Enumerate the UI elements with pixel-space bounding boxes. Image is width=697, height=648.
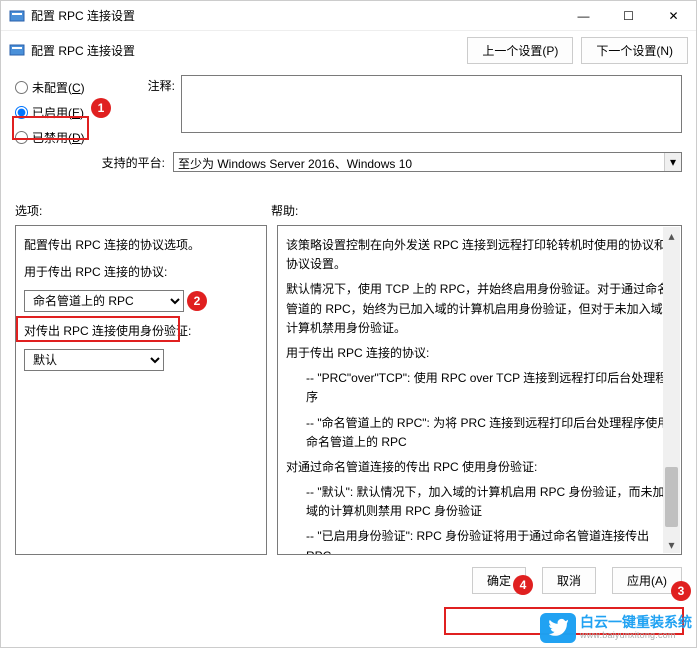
platform-label: 支持的平台:: [15, 152, 173, 171]
scroll-up-icon[interactable]: ▴: [663, 227, 680, 244]
radio-disabled[interactable]: 已禁用(D): [15, 129, 103, 146]
help-p2: 默认情况下，使用 TCP 上的 RPC，并始终启用身份验证。对于通过命名管道的 …: [286, 280, 677, 338]
apply-button[interactable]: 应用(A): [612, 567, 682, 594]
radio-not-configured-input[interactable]: [15, 81, 28, 94]
auth-label: 对传出 RPC 连接使用身份验证:: [24, 322, 258, 339]
app-icon: [9, 8, 25, 24]
state-radio-group: 未配置(C) 已启用(E) 已禁用(D): [15, 75, 103, 146]
help-p4b: -- "已启用身份验证": RPC 身份验证将用于通过命名管道连接传出 RPC: [286, 527, 677, 555]
platform-value: 至少为 Windows Server 2016、Windows 10: [178, 157, 412, 171]
comment-textarea[interactable]: [181, 75, 682, 133]
watermark-logo-icon: [540, 613, 576, 643]
radio-enabled-input[interactable]: [15, 106, 28, 119]
policy-icon: [9, 42, 25, 58]
bottom-bar: 确定 取消 应用(A): [1, 563, 696, 597]
comment-column: 注释:: [115, 75, 682, 146]
radio-not-configured[interactable]: 未配置(C): [15, 79, 103, 96]
platform-row: 支持的平台: 至少为 Windows Server 2016、Windows 1…: [1, 146, 696, 182]
help-p3: 用于传出 RPC 连接的协议:: [286, 344, 677, 363]
watermark-line1: 白云一键重装系统: [580, 615, 692, 630]
ok-button[interactable]: 确定: [472, 567, 526, 594]
toolbar: 配置 RPC 连接设置 上一个设置(P) 下一个设置(N): [1, 31, 696, 69]
platform-value-box: 至少为 Windows Server 2016、Windows 10 ▾: [173, 152, 682, 172]
radio-enabled[interactable]: 已启用(E): [15, 104, 103, 121]
window-title: 配置 RPC 连接设置: [31, 7, 561, 24]
scroll-thumb[interactable]: [665, 467, 678, 527]
auth-select[interactable]: 默认: [24, 349, 164, 371]
cancel-button[interactable]: 取消: [542, 567, 596, 594]
close-button[interactable]: ✕: [651, 1, 696, 31]
minimize-button[interactable]: —: [561, 1, 606, 31]
protocol-label: 用于传出 RPC 连接的协议:: [24, 263, 258, 280]
radio-not-configured-label[interactable]: 未配置(C): [32, 79, 85, 96]
options-intro: 配置传出 RPC 连接的协议选项。: [24, 236, 258, 253]
window-controls: — ☐ ✕: [561, 1, 696, 30]
radio-disabled-label[interactable]: 已禁用(D): [32, 129, 85, 146]
help-scrollbar[interactable]: ▴ ▾: [663, 227, 680, 553]
help-p1: 该策略设置控制在向外发送 RPC 连接到远程打印轮转机时使用的协议和协议设置。: [286, 236, 677, 274]
help-p4: 对通过命名管道连接的传出 RPC 使用身份验证:: [286, 458, 677, 477]
watermark: 白云一键重装系统 www.baiyunxitong.com: [540, 613, 692, 643]
annotation-box-3: [444, 607, 684, 635]
options-panel: 配置传出 RPC 连接的协议选项。 用于传出 RPC 连接的协议: 命名管道上的…: [15, 225, 267, 555]
section-labels: 选项: 帮助:: [1, 182, 696, 225]
options-label: 选项:: [15, 202, 271, 219]
protocol-select[interactable]: 命名管道上的 RPC: [24, 290, 184, 312]
help-label: 帮助:: [271, 202, 682, 219]
help-p3b: -- "命名管道上的 RPC": 为将 PRC 连接到远程打印后台处理程序使用命…: [286, 414, 677, 452]
maximize-button[interactable]: ☐: [606, 1, 651, 31]
state-row: 未配置(C) 已启用(E) 已禁用(D) 注释:: [1, 69, 696, 146]
radio-disabled-input[interactable]: [15, 131, 28, 144]
panels: 配置传出 RPC 连接的协议选项。 用于传出 RPC 连接的协议: 命名管道上的…: [1, 225, 696, 563]
scroll-down-icon[interactable]: ▾: [663, 536, 680, 553]
radio-enabled-label[interactable]: 已启用(E): [32, 104, 84, 121]
watermark-line2: www.baiyunxitong.com: [580, 631, 692, 641]
titlebar: 配置 RPC 连接设置 — ☐ ✕: [1, 1, 696, 31]
help-p4a: -- "默认": 默认情况下，加入域的计算机启用 RPC 身份验证，而未加入域的…: [286, 483, 677, 521]
platform-scroll-down[interactable]: ▾: [664, 153, 681, 171]
next-setting-button[interactable]: 下一个设置(N): [581, 37, 688, 64]
comment-label: 注释:: [115, 75, 175, 94]
help-panel: 该策略设置控制在向外发送 RPC 连接到远程打印轮转机时使用的协议和协议设置。 …: [277, 225, 682, 555]
policy-title: 配置 RPC 连接设置: [31, 42, 459, 59]
help-p3a: -- "PRC"over"TCP": 使用 RPC over TCP 连接到远程…: [286, 369, 677, 407]
previous-setting-button[interactable]: 上一个设置(P): [467, 37, 573, 64]
